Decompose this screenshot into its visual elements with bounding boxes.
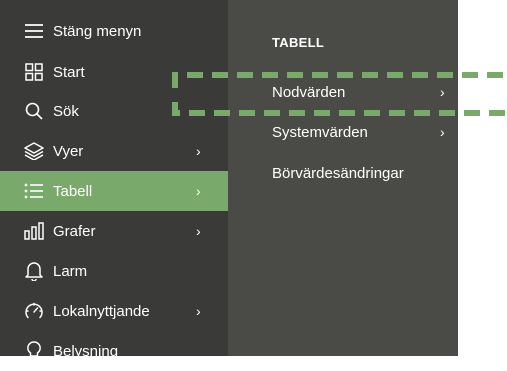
bell-icon <box>23 260 45 282</box>
gauge-icon <box>23 300 45 322</box>
chevron-right-icon: › <box>196 223 201 239</box>
sidebar-item-vyer[interactable]: Vyer › <box>0 131 228 171</box>
sidebar-item-tabell[interactable]: Tabell › <box>0 171 228 211</box>
submenu-item-systemvarden[interactable]: Systemvärden › <box>272 120 452 144</box>
nav-label: Tabell <box>53 182 93 200</box>
submenu-item-label: Börvärdesändringar <box>272 164 404 182</box>
search-icon <box>23 100 45 122</box>
nav-label: Belysning <box>53 342 119 360</box>
nav-label: Start <box>53 63 85 81</box>
hamburger-icon <box>23 20 45 42</box>
close-menu-button[interactable]: Stäng menyn <box>0 11 228 51</box>
tabell-submenu: TABELL Nodvärden › Systemvärden › Börvär… <box>228 0 458 356</box>
chevron-right-icon: › <box>196 303 201 319</box>
sidebar-item-belysning[interactable]: Belysning <box>0 331 228 371</box>
nav-label: Larm <box>53 262 88 280</box>
nav-label: Sök <box>53 102 79 120</box>
nav-label: Vyer <box>53 142 84 160</box>
bar-chart-icon <box>23 220 45 242</box>
submenu-item-nodvarden[interactable]: Nodvärden › <box>272 80 452 104</box>
layers-icon <box>23 140 45 162</box>
grid-icon <box>23 61 45 83</box>
submenu-item-borvardesandringar[interactable]: Börvärdesändringar <box>272 161 452 185</box>
nav-label: Lokalnyttjande <box>53 302 150 320</box>
submenu-item-label: Systemvärden <box>272 123 368 141</box>
chevron-right-icon: › <box>440 124 445 140</box>
sidebar-item-lokalnyttjande[interactable]: Lokalnyttjande › <box>0 291 228 331</box>
list-icon <box>23 180 45 202</box>
sidebar-item-start[interactable]: Start <box>0 52 228 92</box>
chevron-right-icon: › <box>440 84 445 100</box>
sidebar-item-larm[interactable]: Larm <box>0 251 228 291</box>
nav-label: Grafer <box>53 222 96 240</box>
chevron-right-icon: › <box>196 183 201 199</box>
submenu-title: TABELL <box>272 35 325 50</box>
chevron-right-icon: › <box>196 143 201 159</box>
sidebar-item-grafer[interactable]: Grafer › <box>0 211 228 251</box>
sidebar-item-sok[interactable]: Sök <box>0 91 228 131</box>
sidebar: Stäng menyn Start Sök Vyer › Tabell › Gr… <box>0 0 228 360</box>
submenu-item-label: Nodvärden <box>272 83 346 101</box>
nav-label: Stäng menyn <box>53 22 142 40</box>
bulb-icon <box>23 340 45 362</box>
